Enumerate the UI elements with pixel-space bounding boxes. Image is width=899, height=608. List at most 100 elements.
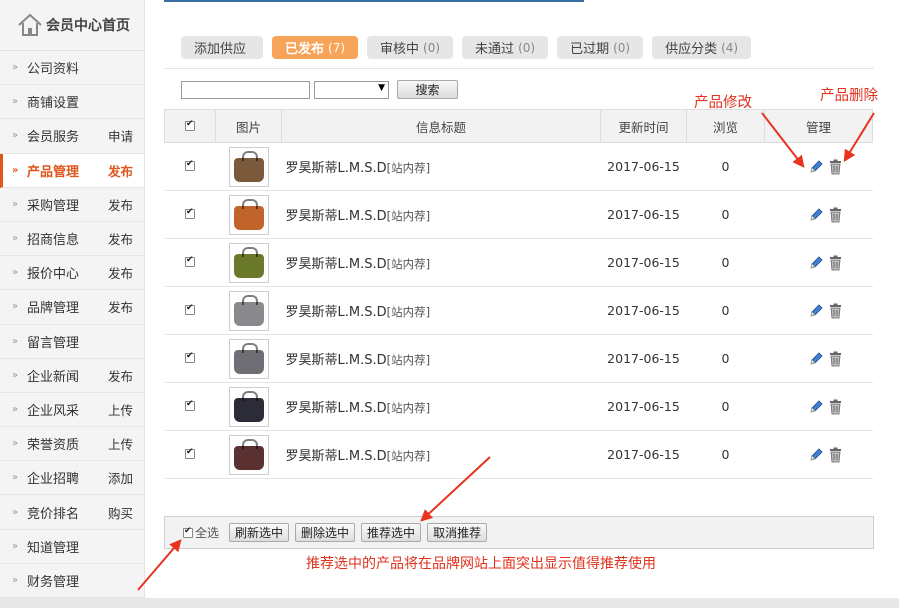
sidebar-item[interactable]: » 留言管理 [0,325,144,359]
row-title-cell: 罗昊斯蒂L.M.S.D[站内荐] [281,382,601,431]
sidebar-item-action[interactable]: 上传 [108,434,144,453]
product-title-link[interactable]: 罗昊斯蒂L.M.S.D [286,353,387,368]
select-all[interactable]: 全选 [183,524,219,541]
row-checkbox[interactable] [185,255,195,267]
sidebar-item-label: 公司资料 [27,62,80,78]
sidebar-item[interactable]: » 知道管理 [0,530,144,564]
sidebar-item-action[interactable]: 发布 [108,229,144,248]
sidebar-item[interactable]: » 品牌管理 发布 [0,290,144,325]
row-image-cell [215,382,282,431]
sidebar-item[interactable]: » 竞价排名 购买 [0,495,144,530]
product-thumbnail[interactable] [228,434,269,475]
row-views: 0 [686,142,765,191]
sidebar-item[interactable]: » 商铺设置 [0,85,144,120]
header-views: 浏览 [686,109,765,143]
product-title-link[interactable]: 罗昊斯蒂L.M.S.D [286,161,387,176]
table-row: 罗昊斯蒂L.M.S.D[站内荐]2017-06-150 [164,286,873,335]
row-checkbox[interactable] [185,351,195,363]
product-thumbnail[interactable] [228,194,269,235]
status-tab[interactable]: 已过期 (0) [557,36,644,59]
search-button[interactable]: 搜索 [397,80,458,99]
status-tab[interactable]: 供应分类 (4) [652,36,752,59]
edit-pencil-icon[interactable] [808,447,824,463]
sidebar-item-action[interactable]: 发布 [108,297,144,316]
sidebar-item[interactable]: » 产品管理 发布 [0,153,144,188]
product-title-link[interactable]: 罗昊斯蒂L.M.S.D [286,209,387,224]
status-tab[interactable]: 未通过 (0) [462,36,549,59]
tab-count: (0) [518,40,536,55]
status-tab[interactable]: 已发布 (7) [272,36,359,59]
row-manage-cell [764,190,873,239]
recommend-tag: [站内荐] [386,353,431,367]
cancel-recommend-button[interactable]: 取消推荐 [427,523,488,542]
trash-icon[interactable] [828,159,843,175]
product-thumbnail[interactable] [228,146,269,187]
sidebar-item[interactable]: » 企业风采 上传 [0,393,144,428]
sidebar-item[interactable]: » 荣誉资质 上传 [0,427,144,462]
sidebar-item[interactable]: » 企业招聘 添加 [0,461,144,496]
category-select[interactable]: ▼ [314,80,389,99]
row-checkbox[interactable] [185,447,195,459]
row-checkbox[interactable] [185,399,195,411]
trash-icon[interactable] [828,255,843,271]
chevron-right-icon: » [12,403,19,415]
product-thumbnail[interactable] [228,242,269,283]
trash-icon[interactable] [828,303,843,319]
sidebar-item-action[interactable]: 发布 [108,195,144,214]
sidebar-item-action[interactable]: 发布 [108,366,144,385]
recommend-selected-button[interactable]: 推荐选中 [361,523,422,542]
status-tab[interactable]: 添加供应 [181,36,264,59]
status-tab[interactable]: 审核中 (0) [367,36,454,59]
header-select-all[interactable] [164,109,216,143]
handbag-image [233,150,264,182]
edit-pencil-icon[interactable] [808,159,824,175]
header-checkbox[interactable] [185,119,195,131]
sidebar-item-label: 竞价排名 [27,506,80,522]
row-date: 2017-06-15 [600,238,687,287]
row-checkbox[interactable] [185,159,195,171]
sidebar-item-action[interactable]: 购买 [108,503,144,522]
trash-icon[interactable] [828,447,843,463]
trash-icon[interactable] [828,399,843,415]
edit-pencil-icon[interactable] [808,303,824,319]
product-title-link[interactable]: 罗昊斯蒂L.M.S.D [286,305,387,320]
chevron-right-icon: » [12,130,19,142]
product-title-link[interactable]: 罗昊斯蒂L.M.S.D [286,257,387,272]
sidebar-item-action[interactable]: 发布 [108,161,144,180]
sidebar-item-action[interactable]: 发布 [108,263,144,282]
sidebar-item[interactable]: » 财务管理 [0,564,144,598]
product-thumbnail[interactable] [228,338,269,379]
row-title-cell: 罗昊斯蒂L.M.S.D[站内荐] [281,142,601,191]
search-input[interactable] [181,80,310,99]
product-title-link[interactable]: 罗昊斯蒂L.M.S.D [286,449,387,464]
sidebar-item[interactable]: » 公司资料 [0,51,144,86]
sidebar-item-label: 招商信息 [27,233,80,249]
sidebar-item-action[interactable]: 上传 [108,400,144,419]
sidebar-item[interactable]: » 报价中心 发布 [0,256,144,291]
sidebar-item-action[interactable]: 申请 [108,126,144,145]
product-thumbnail[interactable] [228,386,269,427]
row-select-cell [164,142,216,191]
trash-icon[interactable] [828,351,843,367]
row-views: 0 [686,382,765,431]
sidebar-item[interactable]: » 招商信息 发布 [0,222,144,257]
edit-pencil-icon[interactable] [808,351,824,367]
delete-selected-button[interactable]: 删除选中 [295,523,356,542]
header-manage: 管理 [764,109,873,143]
chevron-right-icon: » [12,233,19,245]
select-all-checkbox[interactable] [183,526,193,538]
edit-pencil-icon[interactable] [808,255,824,271]
sidebar-item-action[interactable]: 添加 [108,468,144,487]
sidebar-item[interactable]: » 企业新闻 发布 [0,359,144,393]
sidebar-home-link[interactable]: 会员中心首页 [0,0,144,51]
refresh-selected-button[interactable]: 刷新选中 [229,523,290,542]
sidebar-item[interactable]: » 会员服务 申请 [0,119,144,154]
product-thumbnail[interactable] [228,290,269,331]
row-checkbox[interactable] [185,207,195,219]
row-checkbox[interactable] [185,303,195,315]
edit-pencil-icon[interactable] [808,207,824,223]
product-title-link[interactable]: 罗昊斯蒂L.M.S.D [286,401,387,416]
sidebar-item[interactable]: » 采购管理 发布 [0,188,144,222]
edit-pencil-icon[interactable] [808,399,824,415]
trash-icon[interactable] [828,207,843,223]
